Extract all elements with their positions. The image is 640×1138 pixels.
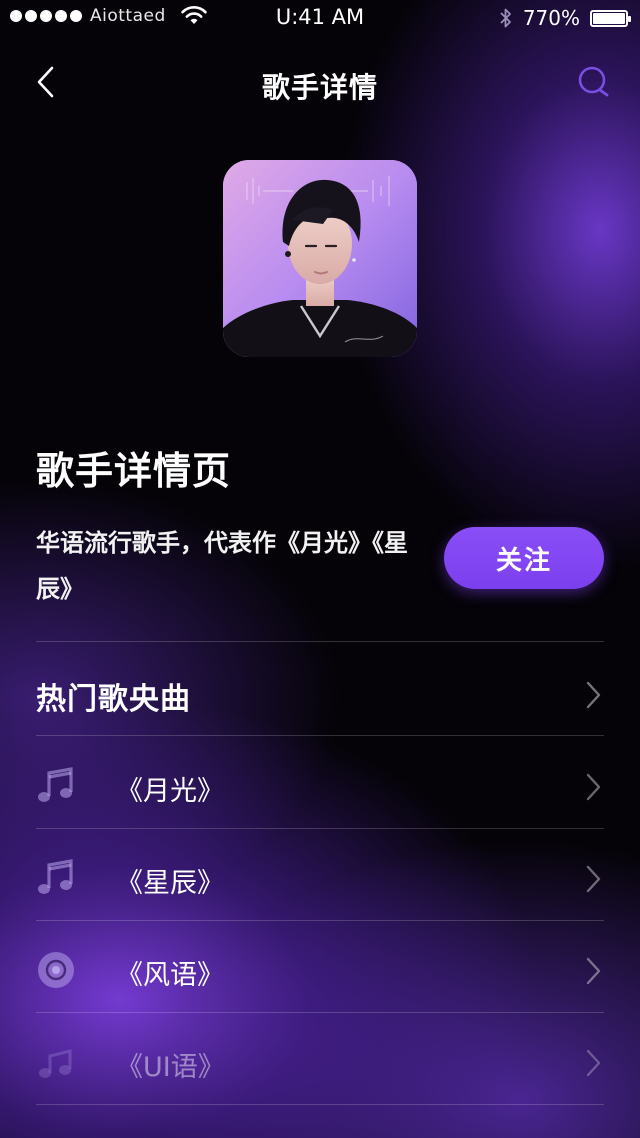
chevron-right-icon <box>586 681 601 709</box>
chevron-right-icon <box>586 1049 601 1077</box>
song-title: 《月光》 <box>116 776 224 807</box>
bluetooth-icon <box>500 8 511 28</box>
artist-detail-screen: Aiottaed U:41 AM 770% 歌手详情 歌手详情页 华语流行歌手，… <box>0 0 640 1138</box>
hot-songs-header[interactable]: 热门歌央曲 <box>36 642 604 734</box>
music-note-icon <box>38 767 73 802</box>
search-button[interactable] <box>574 62 614 102</box>
battery-percentage: 770% <box>522 6 580 30</box>
divider <box>36 828 604 829</box>
divider <box>36 920 604 921</box>
chevron-right-icon <box>586 957 601 985</box>
song-title: 《风语》 <box>116 960 224 991</box>
status-bar: Aiottaed U:41 AM 770% <box>0 0 640 36</box>
chevron-right-icon <box>586 773 601 801</box>
disc-icon <box>38 952 74 988</box>
search-icon <box>578 66 609 97</box>
divider <box>36 1012 604 1013</box>
artist-avatar <box>223 160 417 357</box>
song-row[interactable]: 《风语》 <box>36 924 604 1016</box>
hot-songs-title: 热门歌央曲 <box>36 682 191 717</box>
song-title: 《UI语》 <box>116 1052 225 1083</box>
status-right: 770% <box>499 6 631 30</box>
artist-name: 歌手详情页 <box>36 449 232 493</box>
page-title: 歌手详情 <box>261 71 378 104</box>
follow-button[interactable]: 关注 <box>444 527 604 589</box>
artist-portrait-image <box>223 160 417 357</box>
song-row[interactable]: 《星辰》 <box>36 832 604 924</box>
divider <box>36 1104 604 1105</box>
song-row[interactable]: 《月光》 <box>36 740 604 832</box>
nav-bar: 歌手详情 <box>0 50 640 116</box>
music-note-icon <box>38 859 73 894</box>
music-note-icon <box>39 1049 72 1078</box>
song-row[interactable]: 《UI语》 <box>36 1016 604 1108</box>
song-title: 《星辰》 <box>116 868 224 899</box>
artist-description: 华语流行歌手，代表作《月光》《星辰》 <box>36 529 408 603</box>
chevron-right-icon <box>586 865 601 893</box>
divider <box>36 735 604 736</box>
battery-icon <box>590 9 631 27</box>
